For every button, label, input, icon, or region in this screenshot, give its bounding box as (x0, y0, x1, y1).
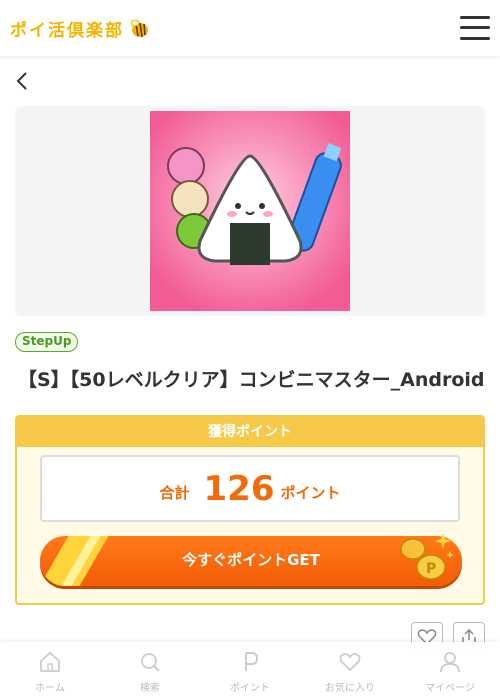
nav-home[interactable]: ホーム (0, 642, 100, 700)
bee-icon (130, 19, 148, 38)
nav-home-label: ホーム (35, 683, 65, 694)
heart-icon (339, 653, 361, 672)
bottom-nav: ホーム 検索 ポイント お気に入り マイページ (0, 642, 500, 700)
point-icon (245, 652, 259, 671)
nav-point[interactable]: ポイント (200, 642, 300, 700)
points-card-header: 獲得ポイント (17, 417, 483, 447)
chevron-left-icon (16, 72, 27, 90)
home-icon (40, 651, 60, 672)
nav-mypage-label: マイページ (425, 683, 475, 694)
nav-search-label: 検索 (140, 683, 160, 694)
nav-search[interactable]: 検索 (100, 642, 200, 700)
user-icon (440, 652, 460, 673)
logo-text: ポイ活倶楽部 (10, 20, 124, 41)
stepup-badge: StepUp (15, 332, 79, 352)
header: ポイ活倶楽部 (0, 0, 500, 56)
nav-mypage[interactable]: マイページ (400, 642, 500, 700)
get-points-button[interactable]: 今すぐポイントGET (40, 536, 462, 586)
nav-point-label: ポイント (230, 683, 270, 694)
search-icon (141, 653, 160, 672)
points-card: 獲得ポイント 合計 126 ポイント 今すぐポイントGET P (15, 415, 485, 605)
nav-favorites-label: お気に入り (325, 683, 375, 694)
points-total-box: 合計 126 ポイント (40, 455, 460, 522)
points-value: 126 (203, 468, 275, 509)
page-title: 【S】【50レベルクリア】コンビニマスター_Android (18, 369, 485, 391)
get-points-label: 今すぐポイントGET (182, 551, 320, 569)
back-button[interactable] (12, 70, 34, 92)
onigiri-game-app-icon (150, 111, 350, 311)
total-label: 合計 (159, 484, 190, 502)
logo[interactable]: ポイ活倶楽部 (10, 14, 150, 42)
hamburger-menu-icon[interactable] (458, 14, 490, 42)
nav-favorites[interactable]: お気に入り (300, 642, 400, 700)
banner (15, 106, 485, 316)
points-unit: ポイント (280, 484, 341, 502)
